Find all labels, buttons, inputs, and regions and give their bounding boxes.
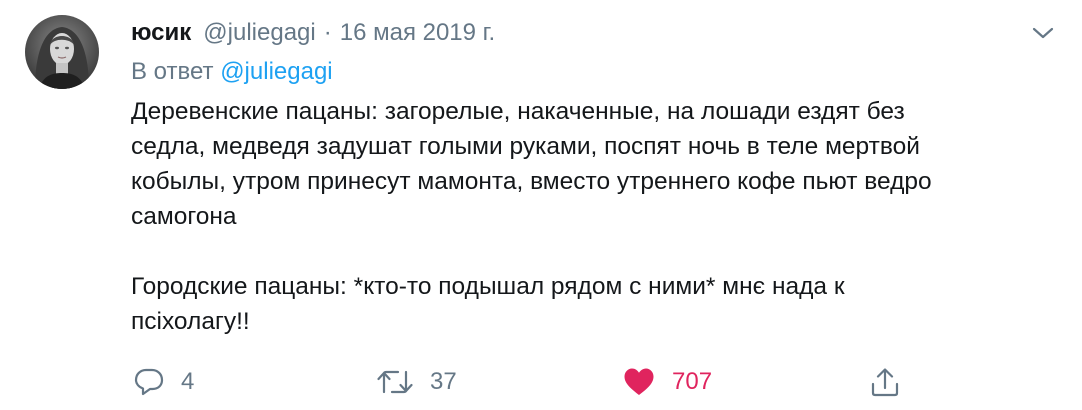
retweet-icon: [376, 366, 414, 398]
share-icon: [869, 366, 901, 398]
reply-count: 4: [181, 368, 195, 395]
reply-context: В ответ @juliegagi: [131, 58, 333, 86]
share-button[interactable]: [869, 362, 901, 402]
retweet-button[interactable]: 37: [376, 362, 457, 402]
header-separator: ·: [323, 19, 332, 46]
like-count: 707: [672, 368, 713, 395]
reply-button[interactable]: 4: [133, 362, 194, 402]
tweet-actions: 4 37 707: [0, 362, 1082, 402]
author-name[interactable]: юсик: [131, 19, 191, 47]
reply-icon: [133, 366, 165, 398]
avatar[interactable]: [25, 15, 99, 89]
reply-prefix: В ответ: [131, 58, 214, 85]
tweet-header: юсик @juliegagi · 16 мая 2019 г.: [131, 16, 495, 50]
tweet: юсик @juliegagi · 16 мая 2019 г. В ответ…: [0, 0, 1082, 410]
heart-icon: [622, 366, 656, 398]
tweet-date[interactable]: 16 мая 2019 г.: [340, 19, 495, 47]
reply-mention-link[interactable]: @juliegagi: [220, 58, 332, 85]
tweet-text: Деревенские пацаны: загорелые, накаченны…: [131, 98, 932, 335]
like-button[interactable]: 707: [622, 362, 712, 402]
chevron-down-icon[interactable]: [1030, 22, 1056, 44]
author-handle[interactable]: @juliegagi: [203, 19, 315, 47]
retweet-count: 37: [430, 368, 457, 395]
